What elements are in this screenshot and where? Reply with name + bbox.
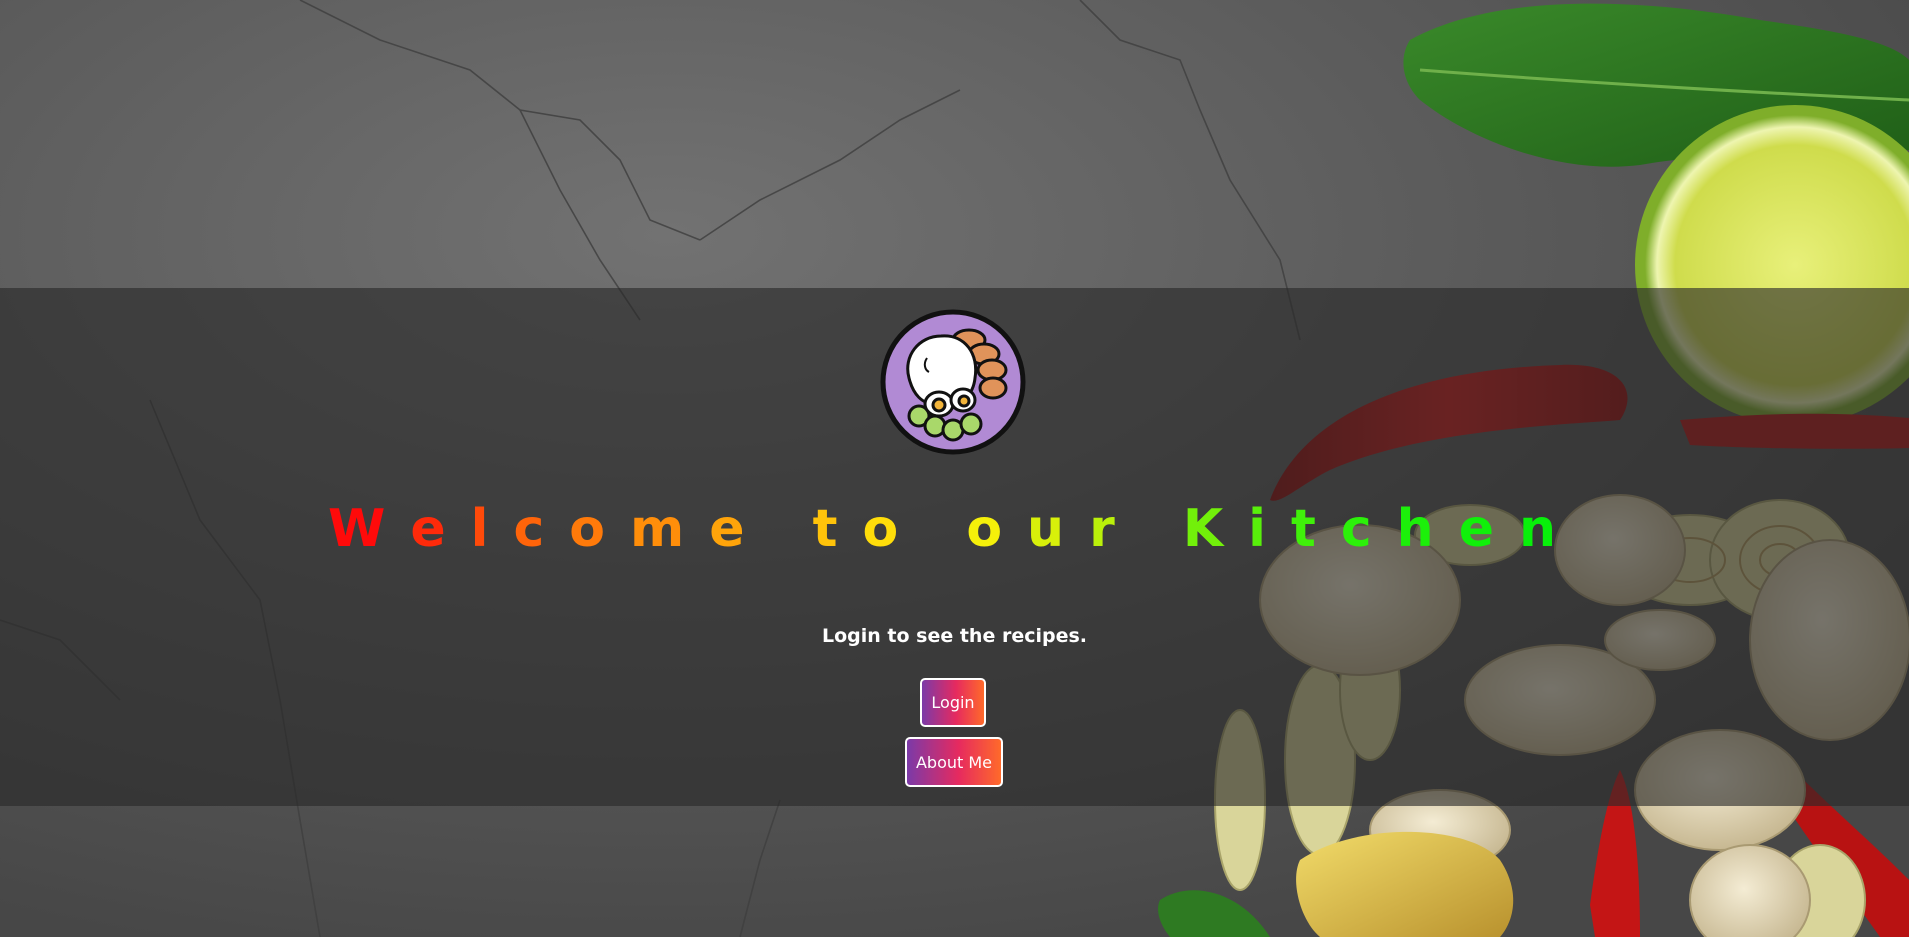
subtitle: Login to see the recipes. <box>821 625 1088 647</box>
title-letter: W <box>328 499 411 559</box>
title-letter: K <box>1182 499 1249 559</box>
title-letter: c <box>513 499 570 559</box>
landing-page: Welcome to our Kitchen Login to see the … <box>0 0 1909 937</box>
title-letter: o <box>569 499 631 559</box>
title-letter <box>923 494 966 564</box>
title-letter: t <box>1290 499 1341 559</box>
title-letter: e <box>1458 499 1519 559</box>
title-letter: o <box>966 499 1028 559</box>
title-letter: c <box>1340 499 1397 559</box>
title-letter: m <box>630 499 710 559</box>
title-letter: t <box>812 499 863 559</box>
login-button[interactable]: Login <box>920 678 986 727</box>
title-letter: e <box>410 499 471 559</box>
page-title: Welcome to our Kitchen <box>0 494 1909 564</box>
title-letter: n <box>1518 499 1581 559</box>
title-letter: l <box>470 499 514 559</box>
title-letter <box>1140 494 1183 564</box>
title-letter: i <box>1248 499 1291 559</box>
title-letter: h <box>1396 499 1459 559</box>
title-letter: r <box>1089 499 1140 559</box>
title-letter: o <box>862 499 924 559</box>
rice-bowl-icon <box>880 309 1026 455</box>
title-letter: e <box>709 499 770 559</box>
about-me-button[interactable]: About Me <box>905 737 1003 787</box>
title-letter <box>770 494 813 564</box>
title-letter: u <box>1027 499 1090 559</box>
